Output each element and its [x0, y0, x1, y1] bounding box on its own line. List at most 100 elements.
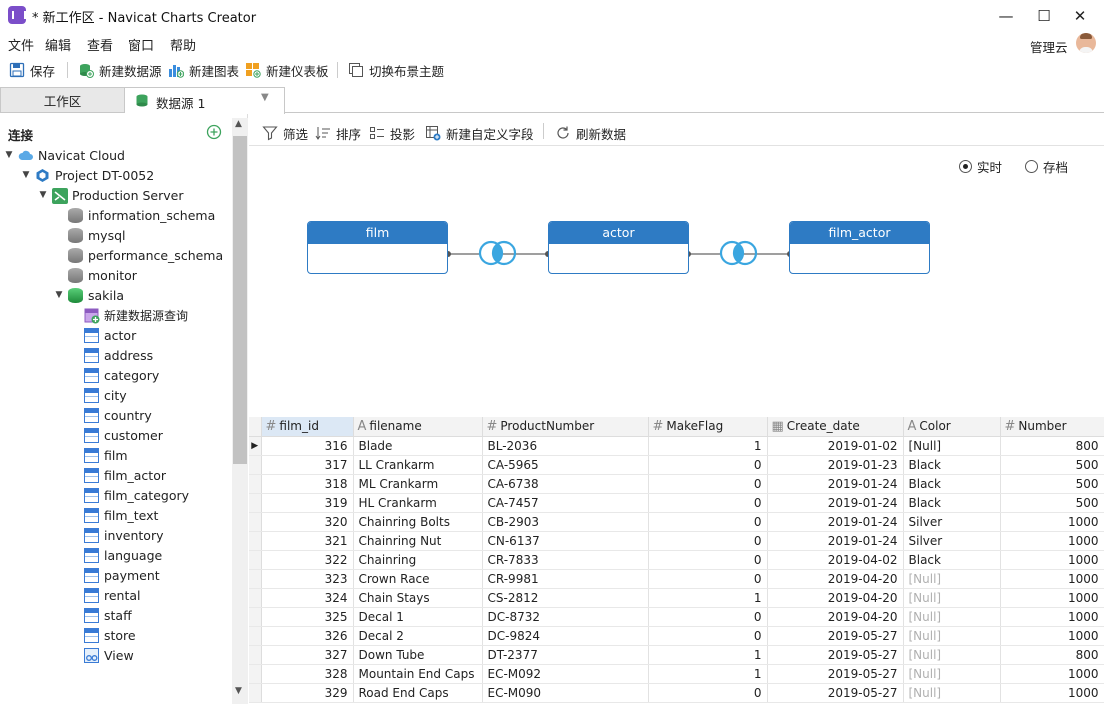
table-row[interactable]: 322 Chainring CR-7833 0 2019-04-02 Black 1000 — [249, 550, 1104, 570]
table-row[interactable]: 318 ML Crankarm CA-6738 0 2019-01-24 Black 500 — [249, 474, 1104, 494]
table-cell[interactable]: 2019-01-24 — [767, 493, 904, 513]
table-cell[interactable]: 800 — [1000, 645, 1104, 665]
column-header-color[interactable]: A Color — [903, 417, 1001, 437]
tree-item-table[interactable]: rental — [4, 585, 230, 605]
table-cell[interactable]: 326 — [261, 626, 354, 646]
tree-item-new-query[interactable]: 新建数据源查询 — [4, 305, 230, 325]
row-header[interactable] — [249, 493, 262, 513]
column-header-number[interactable]: # Number — [1000, 417, 1104, 437]
table-cell[interactable]: 500 — [1000, 455, 1104, 475]
table-cell[interactable]: 317 — [261, 455, 354, 475]
tree-item-table[interactable]: film_category — [4, 485, 230, 505]
table-cell[interactable]: [Null] — [903, 645, 1001, 665]
table-cell[interactable]: 0 — [648, 531, 768, 551]
table-cell[interactable]: Black — [903, 455, 1001, 475]
add-connection-icon[interactable] — [206, 124, 222, 140]
table-cell[interactable]: 2019-04-02 — [767, 550, 904, 570]
maximize-button[interactable]: ☐ — [1026, 0, 1062, 31]
table-cell[interactable]: [Null] — [903, 588, 1001, 608]
table-cell[interactable]: 1 — [648, 645, 768, 665]
table-cell[interactable]: 2019-01-23 — [767, 455, 904, 475]
table-cell[interactable]: 324 — [261, 588, 354, 608]
tree-item-table[interactable]: store — [4, 625, 230, 645]
table-cell[interactable]: 800 — [1000, 436, 1104, 456]
tree-item-table[interactable]: address — [4, 345, 230, 365]
menu-view[interactable]: 查看 — [87, 35, 113, 54]
tab-dropdown-icon[interactable]: ▼ — [261, 92, 269, 103]
table-cell[interactable]: 1000 — [1000, 683, 1104, 703]
row-header[interactable] — [249, 607, 262, 627]
menu-window[interactable]: 窗口 — [128, 35, 154, 54]
diagram-table-actor[interactable]: actor — [548, 221, 689, 274]
table-cell[interactable]: 0 — [648, 607, 768, 627]
table-cell[interactable]: 316 — [261, 436, 354, 456]
table-cell[interactable]: 500 — [1000, 474, 1104, 494]
table-cell[interactable]: 1000 — [1000, 588, 1104, 608]
tree-item-table[interactable]: customer — [4, 425, 230, 445]
table-cell[interactable]: DT-2377 — [482, 645, 649, 665]
table-cell[interactable]: 2019-05-27 — [767, 683, 904, 703]
table-cell[interactable]: 500 — [1000, 493, 1104, 513]
table-cell[interactable]: Chainring — [353, 550, 483, 570]
new-dashboard-button[interactable]: 新建仪表板 — [245, 60, 329, 80]
table-row[interactable]: 323 Crown Race CR-9981 0 2019-04-20 [Null] 100… — [249, 569, 1104, 589]
table-cell[interactable]: 2019-05-27 — [767, 664, 904, 684]
filter-button[interactable]: 筛选 — [262, 124, 308, 142]
column-header-film-id[interactable]: # film_id — [261, 417, 354, 437]
table-cell[interactable]: Black — [903, 474, 1001, 494]
table-cell[interactable]: Silver — [903, 531, 1001, 551]
row-header[interactable] — [249, 569, 262, 589]
tree-item-table[interactable]: actor — [4, 325, 230, 345]
tree-item-server[interactable]: ▼ Production Server — [4, 185, 230, 205]
table-cell[interactable]: Chainring Bolts — [353, 512, 483, 532]
table-cell[interactable]: LL Crankarm — [353, 455, 483, 475]
table-cell[interactable]: DC-8732 — [482, 607, 649, 627]
tree-item-database[interactable]: mysql — [4, 225, 230, 245]
table-cell[interactable]: 0 — [648, 550, 768, 570]
user-name[interactable]: 管理云 — [1030, 37, 1068, 56]
table-cell[interactable]: EC-M092 — [482, 664, 649, 684]
chevron-down-icon[interactable]: ▼ — [4, 150, 14, 160]
table-row[interactable]: 319 HL Crankarm CA-7457 0 2019-01-24 Black 500 — [249, 493, 1104, 513]
tree-item-table[interactable]: film_actor — [4, 465, 230, 485]
table-cell[interactable]: HL Crankarm — [353, 493, 483, 513]
table-row[interactable]: 327 Down Tube DT-2377 1 2019-05-27 [Null] 800 — [249, 645, 1104, 665]
table-cell[interactable]: Blade — [353, 436, 483, 456]
table-cell[interactable]: Chainring Nut — [353, 531, 483, 551]
chevron-down-icon[interactable]: ▼ — [54, 290, 64, 300]
table-cell[interactable]: 321 — [261, 531, 354, 551]
table-cell[interactable]: CR-9981 — [482, 569, 649, 589]
table-cell[interactable]: BL-2036 — [482, 436, 649, 456]
column-header-create-date[interactable]: ▦ Create_date — [767, 417, 904, 437]
table-cell[interactable]: 2019-04-20 — [767, 569, 904, 589]
table-cell[interactable]: 0 — [648, 493, 768, 513]
tree-item-table[interactable]: category — [4, 365, 230, 385]
table-cell[interactable]: Silver — [903, 512, 1001, 532]
mode-realtime-radio[interactable]: 实时 — [959, 157, 1002, 176]
table-cell[interactable]: 319 — [261, 493, 354, 513]
table-cell[interactable]: 320 — [261, 512, 354, 532]
row-header[interactable] — [249, 550, 262, 570]
menu-help[interactable]: 帮助 — [170, 35, 196, 54]
tree-item-table[interactable]: inventory — [4, 525, 230, 545]
column-header-productnumber[interactable]: # ProductNumber — [482, 417, 649, 437]
table-cell[interactable]: Down Tube — [353, 645, 483, 665]
table-cell[interactable]: 2019-04-20 — [767, 588, 904, 608]
tree-item-table[interactable]: film — [4, 445, 230, 465]
table-cell[interactable]: 2019-05-27 — [767, 645, 904, 665]
table-cell[interactable]: 1000 — [1000, 550, 1104, 570]
save-button[interactable]: 保存 — [9, 60, 55, 80]
table-cell[interactable]: CA-7457 — [482, 493, 649, 513]
table-cell[interactable]: Crown Race — [353, 569, 483, 589]
row-header[interactable] — [249, 664, 262, 684]
tree-item-database[interactable]: information_schema — [4, 205, 230, 225]
table-cell[interactable]: 1 — [648, 588, 768, 608]
scroll-up-icon[interactable]: ▲ — [235, 119, 242, 129]
table-cell[interactable]: CS-2812 — [482, 588, 649, 608]
table-cell[interactable]: Chain Stays — [353, 588, 483, 608]
table-cell[interactable]: 2019-01-24 — [767, 512, 904, 532]
table-cell[interactable]: 2019-01-24 — [767, 531, 904, 551]
table-cell[interactable]: 2019-04-20 — [767, 607, 904, 627]
avatar[interactable] — [1076, 33, 1096, 53]
close-button[interactable]: ✕ — [1062, 0, 1098, 31]
